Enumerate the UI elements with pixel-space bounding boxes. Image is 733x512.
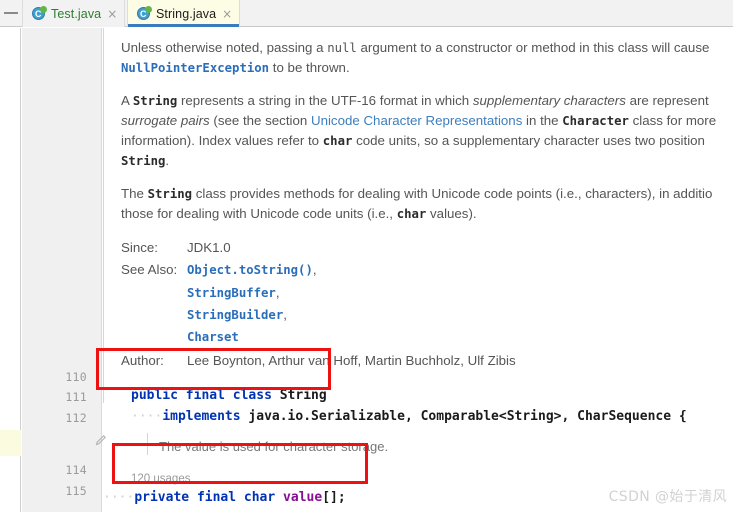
close-icon[interactable]: × (107, 8, 117, 20)
code-line-111[interactable]: public final class String (131, 388, 327, 403)
text: The (121, 186, 148, 201)
code-string: String (147, 187, 193, 201)
line-number: 114 (65, 463, 87, 477)
javadoc-left-rail (103, 28, 104, 403)
java-class-icon: C (137, 5, 152, 21)
code-character: Character (562, 114, 629, 128)
link-object-tostring[interactable]: Object.toString() (187, 263, 313, 277)
javadoc-panel: Unless otherwise noted, passing a null a… (121, 28, 733, 372)
line-number: 115 (65, 484, 87, 498)
class-name-string: String (279, 388, 327, 403)
text: represents a string in the UTF-16 format… (177, 93, 473, 108)
link-stringbuilder[interactable]: StringBuilder (187, 308, 283, 322)
code-string: String (132, 94, 178, 108)
keyword-public: public (131, 388, 178, 403)
javadoc-metadata: Since: JDK1.0 See Also: Object.toString(… (121, 237, 733, 371)
code-string: String (121, 154, 166, 168)
usage-inlay-hint[interactable]: 120 usages (131, 473, 190, 485)
tab-test-java[interactable]: C Test.java × (22, 0, 126, 27)
tab-label: String.java (156, 6, 217, 21)
javadoc-since-row: Since: JDK1.0 (121, 237, 733, 258)
text: class provides methods for dealing with … (192, 186, 713, 201)
text: argument to a constructor or method in t… (356, 40, 710, 55)
link-unicode-character-representations[interactable]: Unicode Character Representations (311, 113, 522, 128)
code-null: null (327, 41, 357, 55)
code-char: char (322, 134, 353, 148)
java-class-icon: C (32, 5, 47, 21)
separator: , (283, 307, 287, 322)
javadoc-paragraph-1: Unless otherwise noted, passing a null a… (121, 38, 733, 78)
separator: , (312, 262, 317, 277)
field-name-value: value (283, 490, 323, 505)
text: class for more (628, 113, 717, 128)
text: in the (522, 113, 563, 128)
editor-tab-bar: C Test.java × C String.java × (0, 0, 733, 27)
javadoc-since-label: Since: (121, 240, 158, 255)
javadoc-seealso-item: Charset (187, 326, 733, 348)
text: values). (426, 206, 477, 221)
folded-javadoc-113[interactable]: The value is used for character storage. (159, 439, 388, 454)
javadoc-author-label: Author: (121, 353, 164, 368)
code-editor[interactable]: 110 111 112 114 115 Unless otherwise not… (0, 28, 733, 512)
link-charset[interactable]: Charset (187, 330, 239, 344)
minimize-icon[interactable] (4, 12, 18, 14)
javadoc-author-value: Lee Boynton, Arthur van Hoff, Martin Buc… (187, 353, 516, 368)
close-icon[interactable]: × (222, 8, 232, 20)
annotation-strip[interactable] (0, 28, 21, 512)
javadoc-seealso-value: Object.toString(), (187, 259, 317, 281)
javadoc-paragraph-3: The String class provides methods for de… (121, 184, 733, 224)
indent-dots: ···· (103, 490, 135, 505)
text: are represent (625, 93, 709, 108)
link-nullpointerexception[interactable]: NullPointerException (121, 61, 269, 75)
code-line-112[interactable]: ····implements java.io.Serializable, Com… (131, 409, 687, 424)
javadoc-paragraph-2: A String represents a string in the UTF-… (121, 91, 733, 171)
javadoc-author-row: Author: Lee Boynton, Arthur van Hoff, Ma… (121, 350, 733, 371)
code-char: char (396, 207, 427, 221)
text: those for dealing with Unicode code unit… (121, 206, 397, 221)
text: code units, so a supplementary character… (352, 133, 705, 148)
keyword-implements: implements (162, 409, 241, 424)
editor-content[interactable]: Unless otherwise noted, passing a null a… (103, 28, 733, 512)
text: . (165, 153, 170, 168)
keyword-final: final (185, 388, 225, 403)
line-number: 110 (65, 370, 87, 384)
text: Unless otherwise noted, passing a (121, 40, 328, 55)
line-number-gutter[interactable]: 110 111 112 114 115 (22, 28, 106, 512)
array-brackets: []; (322, 490, 346, 505)
keyword-class: class (232, 388, 272, 403)
implements-list: java.io.Serializable, Comparable<String>… (240, 409, 687, 424)
csdn-watermark: CSDN @始于清风 (608, 489, 727, 505)
keyword-char: char (243, 490, 276, 505)
javadoc-since-value: JDK1.0 (187, 240, 231, 255)
tab-string-java[interactable]: C String.java × (127, 0, 241, 27)
text: (see the section (209, 113, 311, 128)
tab-label: Test.java (51, 6, 102, 21)
javadoc-seealso-item: StringBuffer, (187, 282, 733, 304)
separator: , (275, 285, 280, 300)
javadoc-seealso-row: See Also: Object.toString(), (121, 259, 733, 281)
javadoc-fold-rail (147, 433, 148, 455)
emphasis: supplementary characters (472, 93, 626, 108)
keyword-private: private (134, 490, 190, 505)
indent-dots: ···· (131, 409, 163, 424)
javadoc-seealso-item: StringBuilder, (187, 304, 733, 326)
code-line-114[interactable]: ····private final char value[]; (103, 490, 346, 505)
line-number: 112 (65, 411, 87, 425)
bookmark-highlight (0, 430, 21, 456)
text: A (121, 93, 133, 108)
javadoc-seealso-label: See Also: (121, 262, 178, 277)
emphasis: surrogate pairs (121, 113, 210, 128)
keyword-final: final (196, 490, 237, 505)
line-number: 111 (65, 390, 87, 404)
text: to be thrown. (269, 60, 350, 75)
link-stringbuffer[interactable]: StringBuffer (187, 286, 276, 300)
text: information). Index values refer to (121, 133, 323, 148)
